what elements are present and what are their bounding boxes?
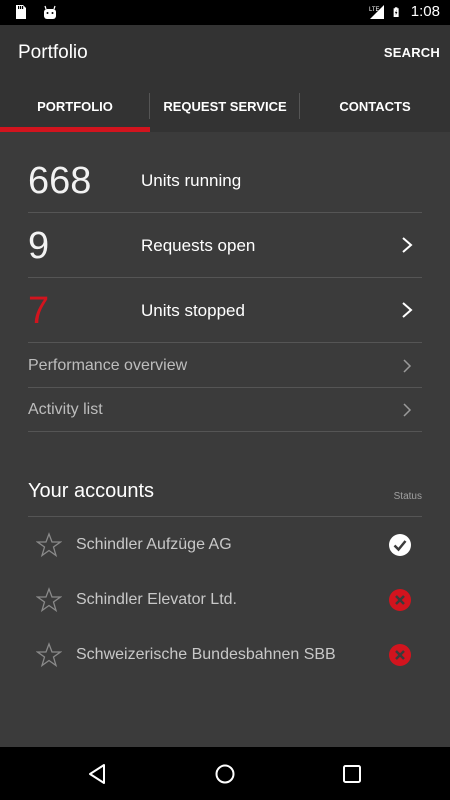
sd-card-icon bbox=[16, 5, 26, 19]
metric-value: 668 bbox=[28, 160, 92, 202]
svg-text:LTE: LTE bbox=[369, 7, 380, 13]
chevron-right-icon bbox=[403, 403, 412, 417]
account-row[interactable]: Schweizerische Bundesbahnen SBB bbox=[28, 627, 422, 682]
metric-units-stopped[interactable]: 7 Units stopped bbox=[28, 278, 422, 343]
portfolio-content: 668 Units running 9 Requests open 7 Unit… bbox=[0, 132, 450, 747]
performance-overview-link[interactable]: Performance overview bbox=[28, 344, 422, 388]
search-button[interactable]: SEARCH bbox=[384, 45, 440, 60]
account-name: Schweizerische Bundesbahnen SBB bbox=[76, 646, 336, 663]
home-icon[interactable] bbox=[214, 763, 236, 785]
link-label: Activity list bbox=[28, 401, 103, 418]
star-icon[interactable] bbox=[36, 532, 62, 558]
star-icon[interactable] bbox=[36, 642, 62, 668]
metric-label: Units running bbox=[141, 171, 242, 190]
chevron-right-icon bbox=[402, 237, 413, 253]
metric-label: Requests open bbox=[141, 236, 256, 255]
tab-label: PORTFOLIO bbox=[37, 98, 113, 114]
account-name: Schindler Elevator Ltd. bbox=[76, 591, 237, 608]
accounts-heading: Your accounts bbox=[28, 480, 155, 502]
battery-charging-icon bbox=[393, 6, 399, 17]
account-row[interactable]: Schindler Elevator Ltd. bbox=[28, 572, 422, 627]
link-label: Performance overview bbox=[28, 357, 188, 374]
metric-label: Units stopped bbox=[141, 301, 245, 320]
signal-icon: LTE bbox=[369, 4, 384, 19]
error-circle-icon bbox=[389, 589, 411, 611]
tab-contacts[interactable]: CONTACTS bbox=[300, 80, 450, 132]
metric-value: 9 bbox=[28, 225, 50, 267]
tab-bar: PORTFOLIO REQUEST SERVICE CONTACTS bbox=[0, 80, 450, 132]
tab-portfolio[interactable]: PORTFOLIO bbox=[0, 80, 150, 132]
android-debug-icon bbox=[44, 5, 56, 19]
chevron-right-icon bbox=[402, 302, 413, 318]
star-icon[interactable] bbox=[36, 587, 62, 613]
check-circle-icon bbox=[389, 534, 411, 556]
recents-icon[interactable] bbox=[341, 763, 363, 785]
status-column-header: Status bbox=[393, 491, 422, 502]
metric-requests-open[interactable]: 9 Requests open bbox=[28, 213, 422, 278]
account-row[interactable]: Schindler Aufzüge AG bbox=[28, 517, 422, 572]
page-title: Portfolio bbox=[18, 42, 88, 63]
system-nav-bar bbox=[0, 747, 450, 800]
error-circle-icon bbox=[389, 644, 411, 666]
app-bar: Portfolio SEARCH bbox=[0, 25, 450, 80]
account-name: Schindler Aufzüge AG bbox=[76, 536, 232, 553]
status-bar: LTE 1:08 bbox=[0, 0, 450, 25]
tab-request-service[interactable]: REQUEST SERVICE bbox=[150, 80, 300, 132]
chevron-right-icon bbox=[403, 359, 412, 373]
tab-label: REQUEST SERVICE bbox=[163, 98, 287, 114]
clock: 1:08 bbox=[410, 3, 440, 20]
tab-label: CONTACTS bbox=[339, 98, 411, 114]
metric-value: 7 bbox=[28, 290, 50, 332]
metric-units-running: 668 Units running bbox=[28, 148, 422, 213]
back-icon[interactable] bbox=[87, 763, 109, 785]
activity-list-link[interactable]: Activity list bbox=[28, 388, 422, 432]
